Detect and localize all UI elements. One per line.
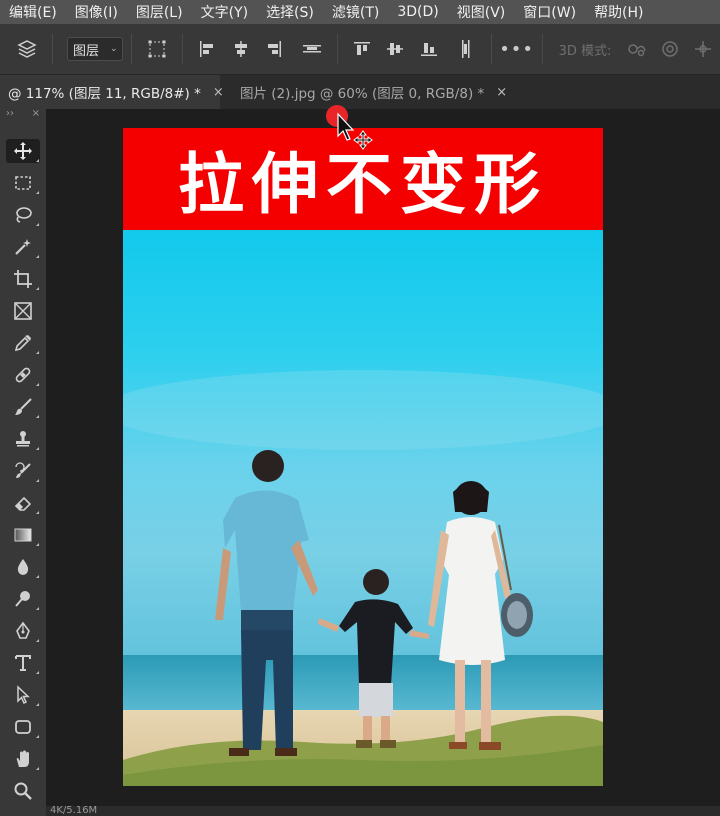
divider <box>181 34 183 64</box>
hand-tool[interactable] <box>0 743 46 775</box>
tab-label: @ 117% (图层 11, RGB/8#) * <box>8 86 201 102</box>
magic-wand-tool[interactable] <box>0 231 46 263</box>
brush-tool[interactable] <box>0 391 46 423</box>
menu-help[interactable]: 帮助(H) <box>585 2 652 22</box>
path-selection-tool[interactable] <box>0 679 46 711</box>
dodge-icon <box>15 591 30 607</box>
eyedropper-icon <box>14 335 31 352</box>
gradient-icon <box>14 528 32 542</box>
chevron-down-icon: ⌄ <box>109 44 118 54</box>
type-icon <box>15 655 31 671</box>
divider <box>52 34 53 64</box>
menu-layer[interactable]: 图层(L) <box>127 2 192 22</box>
divider <box>490 34 492 64</box>
menu-edit[interactable]: 编辑(E) <box>0 2 66 22</box>
history-brush-tool[interactable] <box>0 455 46 487</box>
lasso-tool[interactable] <box>0 199 46 231</box>
magic-wand-icon <box>15 239 31 255</box>
status-bar: 4K/5.16M <box>46 806 720 816</box>
magnifier-icon <box>14 782 32 800</box>
blur-tool[interactable] <box>0 551 46 583</box>
zoom-tool[interactable] <box>0 775 46 807</box>
menu-3d[interactable]: 3D(D) <box>388 4 447 20</box>
lasso-icon <box>16 207 32 223</box>
bandage-icon <box>15 367 31 383</box>
crop-icon <box>14 270 32 288</box>
pen-tool[interactable] <box>0 615 46 647</box>
pen-icon <box>16 621 30 639</box>
tab-label: 图片 (2).jpg @ 60% (图层 0, RGB/8) * <box>240 86 485 102</box>
layers-stack-icon[interactable] <box>16 38 38 60</box>
document-canvas[interactable]: 拉伸不变形 <box>123 128 603 786</box>
crop-tool[interactable] <box>0 263 46 295</box>
auto-select-dropdown[interactable]: 图层 ⌄ <box>66 37 124 61</box>
divider <box>541 34 543 64</box>
move-tool[interactable] <box>0 135 46 167</box>
frame-icon <box>14 302 32 320</box>
divider <box>336 34 338 64</box>
doc-size-info: 4K/5.16M <box>50 805 98 816</box>
menu-bar: 编辑(E) 图像(I) 图层(L) 文字(Y) 选择(S) 滤镜(T) 3D(D… <box>0 0 720 24</box>
history-brush-icon <box>15 462 31 478</box>
gradient-tool[interactable] <box>0 519 46 551</box>
frame-tool[interactable] <box>0 295 46 327</box>
marquee-tool[interactable] <box>0 167 46 199</box>
menu-image[interactable]: 图像(I) <box>66 2 127 22</box>
align-vertical-center-icon[interactable] <box>385 38 406 60</box>
eraser-icon <box>14 496 32 511</box>
menu-filter[interactable]: 滤镜(T) <box>323 2 388 22</box>
3d-mode-label: 3D 模式: <box>558 43 612 59</box>
shape-tool[interactable] <box>0 711 46 743</box>
hand-icon <box>16 750 29 767</box>
align-bottom-icon[interactable] <box>418 38 439 60</box>
menu-view[interactable]: 视图(V) <box>448 2 515 22</box>
collapse-icon[interactable]: ›› <box>6 109 14 123</box>
brush-icon <box>15 398 32 415</box>
align-top-icon[interactable] <box>352 38 373 60</box>
tools-panel-header: ›› × <box>0 109 46 123</box>
move-cursor-icon <box>353 130 373 150</box>
type-tool[interactable] <box>0 647 46 679</box>
3d-orbit-icon[interactable] <box>625 38 647 60</box>
eyedropper-tool[interactable] <box>0 327 46 359</box>
align-right-icon[interactable] <box>263 38 284 60</box>
3d-roll-icon[interactable] <box>659 38 680 60</box>
transform-controls-icon[interactable] <box>146 38 167 60</box>
close-icon[interactable]: × <box>32 109 40 123</box>
distribute-vertical-icon[interactable] <box>455 38 476 60</box>
3d-drag-icon[interactable] <box>693 38 714 60</box>
move-icon <box>14 142 32 160</box>
dodge-tool[interactable] <box>0 583 46 615</box>
tools-panel: ›› × <box>0 109 46 816</box>
divider <box>131 34 133 64</box>
stamp-icon <box>16 431 30 447</box>
rounded-rectangle-icon <box>15 720 31 734</box>
tab-active-document[interactable]: @ 117% (图层 11, RGB/8#) * × <box>0 75 224 109</box>
auto-select-value: 图层 <box>72 43 99 59</box>
mouse-cursor <box>325 104 385 158</box>
align-left-icon[interactable] <box>197 38 218 60</box>
family-beach-photo <box>123 230 603 786</box>
options-bar: 图层 ⌄ ••• 3D 模式: <box>0 24 720 75</box>
more-options-icon[interactable]: ••• <box>499 38 533 60</box>
close-icon[interactable]: × <box>496 85 507 100</box>
menu-window[interactable]: 窗口(W) <box>514 2 585 22</box>
menu-type[interactable]: 文字(Y) <box>192 2 257 22</box>
drop-icon <box>17 559 29 575</box>
clone-stamp-tool[interactable] <box>0 423 46 455</box>
align-horizontal-center-icon[interactable] <box>230 38 251 60</box>
healing-brush-tool[interactable] <box>0 359 46 391</box>
distribute-icon[interactable] <box>301 38 323 60</box>
marquee-icon <box>15 176 31 190</box>
arrow-icon <box>17 685 30 705</box>
menu-select[interactable]: 选择(S) <box>257 2 323 22</box>
eraser-tool[interactable] <box>0 487 46 519</box>
